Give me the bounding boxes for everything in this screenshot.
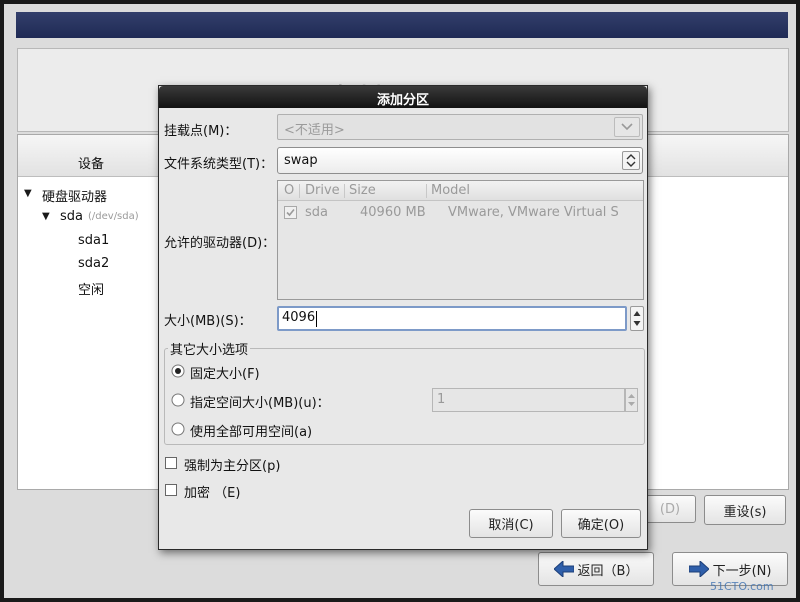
drive-size: 40960 MB — [360, 205, 426, 220]
size-stepper[interactable] — [630, 306, 644, 331]
checkbox-box — [165, 457, 177, 469]
tree-row-sda[interactable]: ▼ sda (/dev/sda) — [22, 208, 162, 228]
tree-label: 空闲 — [78, 283, 105, 298]
text-cursor — [316, 311, 317, 327]
delete-button-label: (D) — [659, 501, 681, 517]
updown-arrows-icon — [626, 154, 636, 167]
radio-selected-icon — [171, 364, 185, 378]
dialog-title: 添加分区 — [376, 93, 429, 108]
cancel-button[interactable]: 取消(C) — [469, 509, 553, 538]
expander-icon[interactable]: ▼ — [24, 188, 32, 199]
tree-label: sda — [60, 209, 83, 224]
ok-button[interactable]: 确定(O) — [561, 509, 641, 538]
radio-upto-label: 指定空间大小(MB)(u)： — [190, 396, 330, 411]
tree-row-free[interactable]: 空闲 — [22, 278, 162, 298]
ok-button-label: 确定(O) — [577, 518, 625, 533]
fstype-value: swap — [284, 153, 318, 168]
column-device: 设备 — [78, 157, 105, 172]
force-primary-label: 强制为主分区(p) — [184, 459, 281, 474]
tree-sublabel: (/dev/sda) — [88, 211, 139, 222]
radio-icon — [171, 422, 185, 436]
fstype-label: 文件系统类型(T)： — [164, 157, 274, 172]
drives-label: 允许的驱动器(D)： — [164, 236, 276, 251]
installer-banner — [16, 12, 788, 38]
mount-point-value: <不适用> — [284, 123, 345, 138]
col-divider — [426, 184, 427, 198]
tree-label: 硬盘驱动器 — [42, 190, 108, 205]
col-divider — [344, 184, 345, 198]
upto-value: 1 — [437, 392, 446, 407]
radio-fixed-label: 固定大小(F) — [190, 367, 260, 382]
mount-point-combo[interactable]: <不适用> — [277, 114, 643, 140]
drives-list[interactable]: O Drive Size Model sda 40960 MB VMware, … — [277, 180, 644, 300]
radio-fill[interactable]: 使用全部可用空间(a) — [171, 419, 351, 440]
next-arrow-icon — [688, 561, 709, 577]
drive-model: VMware, VMware Virtual S — [448, 205, 619, 220]
radio-upto[interactable]: 指定空间大小(MB)(u)： — [171, 390, 371, 411]
force-primary-checkbox[interactable]: 强制为主分区(p) — [165, 453, 305, 474]
upto-stepper[interactable] — [625, 388, 638, 412]
mount-point-label: 挂载点(M)： — [164, 124, 238, 139]
encrypt-checkbox[interactable]: 加密 （E) — [165, 480, 305, 501]
stepper-arrows-icon[interactable] — [631, 307, 643, 330]
tree-row-sda1[interactable]: sda1 — [22, 232, 162, 252]
mount-dropdown-button[interactable] — [614, 117, 640, 137]
delete-button[interactable]: (D) — [644, 495, 696, 523]
tree-label: sda2 — [78, 256, 110, 271]
back-button-label: 返回（B） — [577, 563, 639, 579]
add-partition-dialog: 添加分区 挂载点(M)： <不适用> 文件系统类型(T)： swap 允许的驱动… — [158, 85, 648, 550]
expander-icon[interactable]: ▼ — [42, 211, 50, 222]
next-button-label: 下一步(N) — [712, 563, 772, 579]
tree-row-disks[interactable]: ▼ 硬盘驱动器 — [22, 185, 162, 205]
fstype-dropdown-button[interactable] — [622, 151, 640, 170]
other-size-group-title: 其它大小选项 — [168, 339, 251, 358]
checkbox-box — [165, 484, 177, 496]
drive-row[interactable]: sda 40960 MB VMware, VMware Virtual S — [278, 202, 643, 224]
drive-checkbox[interactable] — [284, 206, 297, 219]
stepper-arrows-icon — [628, 394, 635, 406]
watermark: 51CTO.com — [710, 580, 774, 593]
drives-header: O Drive Size Model — [278, 181, 643, 201]
encrypt-label: 加密 （E) — [184, 486, 241, 501]
col-model[interactable]: Model — [431, 183, 470, 198]
reset-button[interactable]: 重设(s) — [704, 495, 786, 525]
check-icon — [286, 208, 295, 217]
drive-name: sda — [305, 205, 328, 220]
radio-icon — [171, 393, 185, 407]
col-check[interactable]: O — [284, 183, 294, 198]
reset-button-label: 重设(s) — [723, 504, 767, 520]
radio-fixed[interactable]: 固定大小(F) — [171, 361, 311, 382]
cancel-button-label: 取消(C) — [488, 518, 534, 533]
col-divider — [299, 184, 300, 198]
back-button[interactable]: 返回（B） — [538, 552, 654, 586]
upto-spinbox[interactable]: 1 — [432, 388, 625, 412]
tree-label: sda1 — [78, 233, 110, 248]
col-size[interactable]: Size — [349, 183, 376, 198]
fstype-combo[interactable]: swap — [277, 147, 643, 174]
col-drive[interactable]: Drive — [305, 183, 340, 198]
back-arrow-icon — [553, 561, 574, 577]
size-value: 4096 — [282, 310, 316, 325]
chevron-down-icon — [621, 123, 633, 131]
size-label: 大小(MB)(S)： — [164, 314, 252, 329]
dialog-titlebar[interactable]: 添加分区 — [159, 86, 647, 108]
radio-fill-label: 使用全部可用空间(a) — [190, 425, 313, 440]
tree-row-sda2[interactable]: sda2 — [22, 255, 162, 275]
size-spinbox[interactable]: 4096 — [277, 306, 627, 331]
